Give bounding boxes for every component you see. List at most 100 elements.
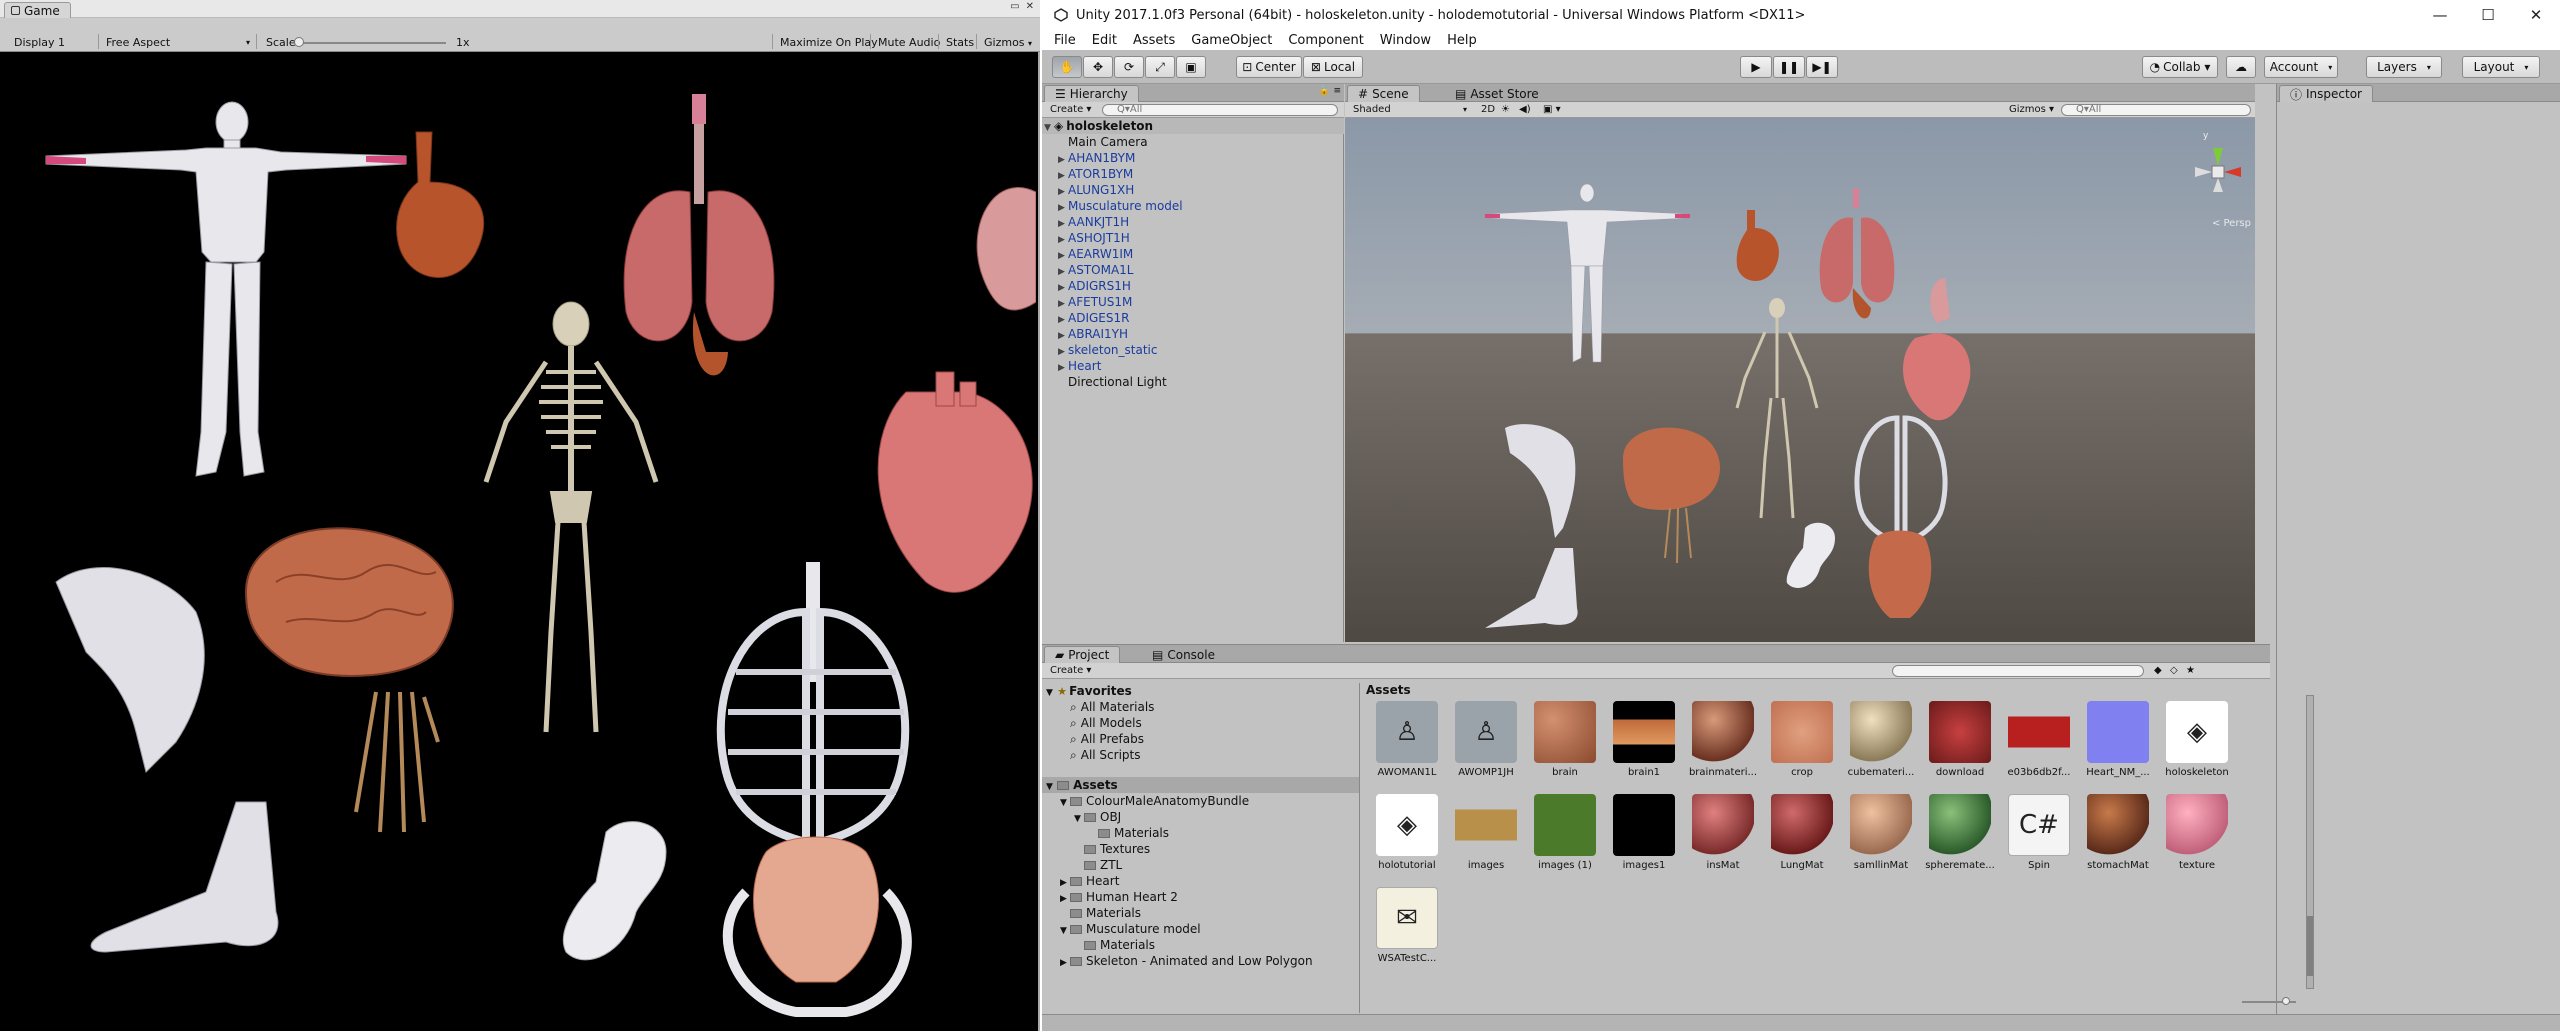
asset-item[interactable]: images (1) [1528, 794, 1602, 871]
collab-dropdown[interactable]: ◔ Collab ▾ [2142, 56, 2218, 78]
hierarchy-item[interactable]: ▶ ABRAI1YH [1042, 326, 1344, 342]
scale-slider-handle[interactable] [294, 37, 304, 47]
asset-item[interactable]: ◈ holoskeleton [2160, 701, 2234, 778]
hierarchy-item[interactable]: ▶ ADIGRS1H [1042, 278, 1344, 294]
menu-help[interactable]: Help [1447, 33, 1477, 48]
maximize-on-play-toggle[interactable]: Maximize On Play [776, 35, 882, 50]
hierarchy-item[interactable]: ▶ ATOR1BYM [1042, 166, 1344, 182]
menu-gameobject[interactable]: GameObject [1191, 33, 1272, 48]
account-dropdown[interactable]: Account ▾ [2264, 56, 2338, 78]
folder-item[interactable]: ▼ ColourMaleAnatomyBundle [1042, 793, 1359, 809]
asset-grid-scrollbar[interactable] [2306, 695, 2314, 989]
menu-component[interactable]: Component [1288, 33, 1363, 48]
folder-item[interactable]: ▶ Skeleton - Animated and Low Polygon [1042, 953, 1359, 969]
scene-viewport[interactable]: y < Persp [1345, 118, 2255, 642]
assets-root[interactable]: ▼ Assets [1042, 777, 1359, 793]
asset-item[interactable]: spheremate... [1923, 794, 1997, 871]
layout-dropdown[interactable]: Layout ▾ [2462, 56, 2540, 78]
asset-item[interactable]: images1 [1607, 794, 1681, 871]
hierarchy-search-input[interactable]: Q▾All [1102, 104, 1338, 116]
layers-dropdown[interactable]: Layers ▾ [2366, 56, 2442, 78]
hierarchy-item[interactable]: ▶ Heart [1042, 358, 1344, 374]
hierarchy-item[interactable]: Directional Light [1042, 374, 1344, 390]
close-button[interactable]: ✕ [2512, 0, 2560, 30]
tab-inspector[interactable]: ⓘ Inspector [2279, 85, 2373, 102]
scene-gizmos-dropdown[interactable]: Gizmos ▾ [2005, 103, 2058, 116]
scale-tool-button[interactable]: ⤢ [1145, 56, 1175, 78]
minimize-button[interactable]: — [2416, 0, 2464, 30]
asset-item[interactable]: ♙ AWOMP1JH [1449, 701, 1523, 778]
mute-audio-toggle[interactable]: Mute Audio [874, 35, 944, 50]
asset-item[interactable]: texture [2160, 794, 2234, 871]
rect-tool-button[interactable]: ▣ [1176, 56, 1206, 78]
favorite-star-icon[interactable]: ★ [2182, 664, 2199, 677]
cloud-button[interactable]: ☁ [2226, 56, 2256, 78]
stats-toggle[interactable]: Stats [942, 35, 978, 50]
scene-search-input[interactable]: Q▾All [2061, 104, 2251, 116]
menu-assets[interactable]: Assets [1133, 33, 1175, 48]
aspect-select[interactable]: Free Aspect ▾ [102, 35, 252, 50]
filter-by-label-icon[interactable]: ◇ [2166, 664, 2182, 677]
hierarchy-item[interactable]: ▶ ASTOMA1L [1042, 262, 1344, 278]
folder-item[interactable]: Materials [1042, 825, 1359, 841]
hand-tool-button[interactable]: ✋ [1052, 56, 1082, 78]
pause-button[interactable]: ❚❚ [1773, 56, 1805, 78]
asset-item[interactable]: insMat [1686, 794, 1760, 871]
asset-item[interactable]: brainmateri... [1686, 701, 1760, 778]
folder-item[interactable]: ▼ OBJ [1042, 809, 1359, 825]
hierarchy-item[interactable]: ▶ ADIGES1R [1042, 310, 1344, 326]
asset-item[interactable]: ♙ AWOMAN1L [1370, 701, 1444, 778]
panel-close-button[interactable]: ✕ [1026, 1, 1034, 12]
hierarchy-item[interactable]: ▶ AHAN1BYM [1042, 150, 1344, 166]
asset-item[interactable]: download [1923, 701, 1997, 778]
effects-dropdown[interactable]: ▣ ▾ [1539, 103, 1565, 116]
hierarchy-item[interactable]: Main Camera [1042, 134, 1344, 150]
hierarchy-item[interactable]: ▶ Musculature model [1042, 198, 1344, 214]
scale-slider[interactable] [294, 37, 446, 47]
folder-item[interactable]: ▶ Heart [1042, 873, 1359, 889]
menu-file[interactable]: File [1054, 33, 1076, 48]
tab-console[interactable]: ▤ Console [1142, 646, 1225, 663]
panel-lock-icon[interactable]: 🔒 [1319, 86, 1330, 96]
gizmos-dropdown[interactable]: Gizmos ▾ [980, 35, 1036, 50]
panel-minimize-button[interactable]: ▭ [1010, 1, 1019, 12]
hierarchy-item[interactable]: ▶ skeleton_static [1042, 342, 1344, 358]
icon-size-slider[interactable] [2242, 997, 2296, 1005]
menu-window[interactable]: Window [1380, 33, 1431, 48]
filter-by-type-icon[interactable]: ◆ [2150, 664, 2166, 677]
folder-item[interactable]: Materials [1042, 937, 1359, 953]
favorite-item[interactable]: ⌕ All Materials [1042, 699, 1359, 715]
asset-item[interactable]: C# Spin [2002, 794, 2076, 871]
asset-item[interactable]: ✉ WSATestC... [1370, 887, 1444, 964]
hierarchy-item[interactable]: ▶ AFETUS1M [1042, 294, 1344, 310]
perspective-label[interactable]: < Persp [2212, 218, 2251, 229]
asset-grid-scrollbar-thumb[interactable] [2307, 916, 2313, 976]
asset-item[interactable]: stomachMat [2081, 794, 2155, 871]
step-button[interactable]: ▶❚ [1806, 56, 1838, 78]
shading-mode-dropdown[interactable]: Shaded ▾ [1349, 103, 1469, 116]
audio-toggle[interactable]: ◀) [1515, 103, 1535, 116]
asset-item[interactable]: ◈ holotutorial [1370, 794, 1444, 871]
folder-item[interactable]: ▼ Musculature model [1042, 921, 1359, 937]
tab-scene[interactable]: # Scene [1347, 85, 1420, 102]
folder-item[interactable]: ZTL [1042, 857, 1359, 873]
play-button[interactable]: ▶ [1740, 56, 1772, 78]
pivot-center-toggle[interactable]: ⊡ Center [1236, 56, 1302, 78]
tab-asset-store[interactable]: ▤ Asset Store [1445, 85, 1549, 102]
hierarchy-item[interactable]: ▶ ASHOJT1H [1042, 230, 1344, 246]
asset-item[interactable]: cubemateri... [1844, 701, 1918, 778]
project-search-input[interactable] [1892, 665, 2144, 677]
hierarchy-scene-root[interactable]: ▼ ◈ holoskeleton [1042, 118, 1344, 134]
game-viewport[interactable] [6, 52, 1036, 1028]
asset-item[interactable]: crop [1765, 701, 1839, 778]
asset-item[interactable]: LungMat [1765, 794, 1839, 871]
asset-item[interactable]: Heart_NM_... [2081, 701, 2155, 778]
tab-hierarchy[interactable]: ☰ Hierarchy [1044, 85, 1139, 102]
folder-item[interactable]: Materials [1042, 905, 1359, 921]
asset-item[interactable]: brain1 [1607, 701, 1681, 778]
panel-menu-icon[interactable]: ≡ [1333, 86, 1341, 96]
folder-item[interactable]: Textures [1042, 841, 1359, 857]
favorite-item[interactable]: ⌕ All Prefabs [1042, 731, 1359, 747]
hierarchy-create-button[interactable]: Create ▾ [1046, 103, 1095, 116]
project-create-button[interactable]: Create ▾ [1046, 664, 1095, 677]
